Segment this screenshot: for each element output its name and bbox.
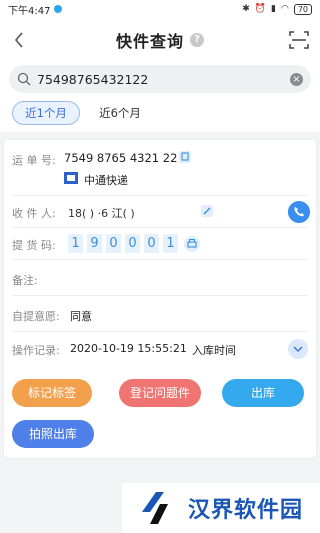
search-section: 75498765432122 × (0, 62, 320, 96)
operation-log-action: 入库时间 (192, 344, 236, 357)
signal-icon: ▮ (271, 4, 276, 14)
search-icon (17, 72, 31, 86)
print-icon[interactable] (184, 236, 200, 252)
pickup-digit: 1 (68, 234, 83, 253)
self-pickup-value: 同意 (70, 310, 92, 323)
operation-log-time: 2020-10-19 15:55:21 (70, 342, 187, 355)
scan-icon[interactable] (288, 29, 310, 51)
pickup-digit: 0 (125, 234, 140, 253)
waybill-label: 运 单 号: (12, 154, 56, 167)
photo-checkout-button[interactable]: 拍照出库 (12, 420, 94, 448)
pickup-digit: 0 (144, 234, 159, 253)
operation-log-label: 操作记录: (12, 344, 60, 357)
mark-label-button[interactable]: 标记标签 (12, 379, 92, 407)
parcel-detail-card: 运 单 号: 7549 8765 4321 22 中通快递 收 件 人: 18(… (4, 140, 316, 458)
pickup-digit: 9 (87, 234, 102, 253)
pickup-digit: 1 (163, 234, 178, 253)
search-input[interactable]: 75498765432122 × (9, 65, 311, 93)
operation-log-row: 操作记录: 2020-10-19 15:55:21 入库时间 (12, 332, 308, 364)
tab-last-6-months[interactable]: 近6个月 (92, 101, 148, 125)
watermark: 汉界软件园 (122, 483, 320, 533)
waybill-number: 7549 8765 4321 22 (64, 151, 178, 165)
pickup-code-label: 提 货 码: (12, 239, 56, 252)
status-time: 下午4:47 (8, 5, 51, 17)
notification-dot-icon (54, 5, 63, 13)
recipient-value: 18( ) ·6 江( ) (68, 207, 135, 220)
recipient-row: 收 件 人: 18( ) ·6 江( ) (12, 196, 310, 228)
pickup-digit: 0 (106, 234, 121, 253)
back-arrow-icon[interactable] (8, 28, 32, 52)
clear-icon[interactable]: × (290, 72, 303, 86)
status-icons: ✱ ⏰ ▮ ◠ 70 (242, 3, 312, 15)
help-icon[interactable]: ? (190, 33, 204, 47)
chevron-down-icon[interactable] (288, 339, 308, 359)
copy-icon[interactable] (178, 150, 192, 164)
self-pickup-row: 自提意愿: 同意 (12, 296, 308, 332)
remark-label: 备注: (12, 274, 38, 287)
register-issue-button[interactable]: 登记问题件 (119, 379, 201, 407)
carrier-logo-icon (64, 172, 78, 184)
battery-icon: 70 (293, 3, 312, 15)
waybill-row: 运 单 号: 7549 8765 4321 22 中通快递 (12, 140, 308, 196)
phone-call-icon[interactable] (288, 201, 310, 223)
alarm-icon: ⏰ (254, 4, 266, 14)
status-bar: 下午4:47 ✱ ⏰ ▮ ◠ 70 (0, 0, 320, 18)
bluetooth-icon: ✱ (242, 4, 250, 14)
self-pickup-label: 自提意愿: (12, 310, 60, 323)
top-bar: 快件查询 ? (0, 18, 320, 62)
watermark-text: 汉界软件园 (188, 498, 304, 523)
search-query: 75498765432122 (37, 71, 149, 87)
carrier-name: 中通快递 (84, 174, 128, 187)
pickup-code-row: 提 货 码: 1 9 0 0 0 1 (12, 228, 308, 260)
remark-row: 备注: (12, 260, 308, 296)
tab-last-1-month[interactable]: 近1个月 (12, 101, 80, 125)
checkout-button[interactable]: 出库 (222, 379, 304, 407)
recipient-label: 收 件 人: (12, 207, 56, 220)
edit-icon[interactable] (200, 204, 214, 218)
watermark-logo-icon (142, 492, 168, 524)
page-title: 快件查询 (115, 32, 184, 51)
wifi-icon: ◠ (280, 4, 289, 14)
date-range-tabs: 近1个月 近6个月 (0, 96, 320, 132)
